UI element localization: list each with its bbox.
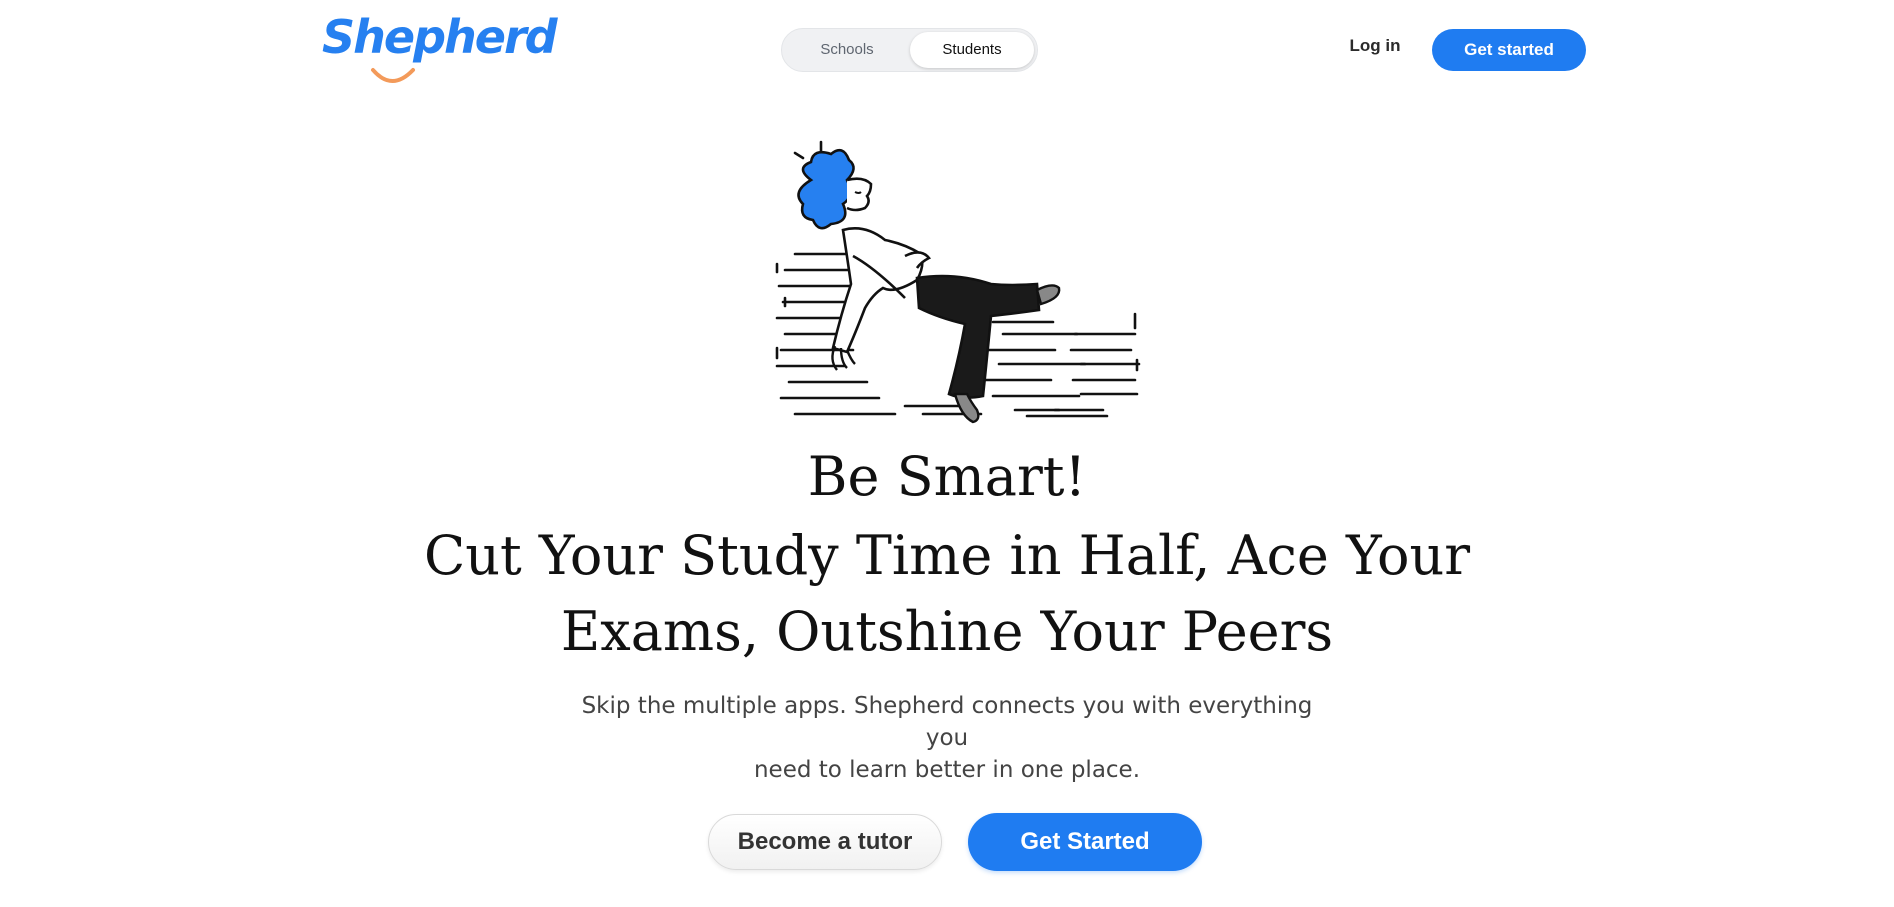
login-link[interactable]: Log in (1340, 36, 1410, 56)
hero-subtitle: Skip the multiple apps. Shepherd connect… (560, 690, 1334, 786)
become-tutor-button[interactable]: Become a tutor (708, 814, 942, 870)
toggle-students[interactable]: Students (910, 32, 1034, 68)
hero-headline-line2: Cut Your Study Time in Half, Ace Your (423, 524, 1471, 587)
toggle-schools[interactable]: Schools (786, 32, 908, 68)
audience-toggle: Schools Students (781, 28, 1038, 72)
logo-wordmark: Shepherd (322, 10, 558, 64)
person-relaxing-on-books-illustration (775, 140, 1141, 424)
subtitle-line2: need to learn better in one place. (753, 757, 1141, 783)
hero-headline-line3: Exams, Outshine Your Peers (560, 600, 1334, 663)
hero-headline: Cut Your Study Time in Half, Ace Your Ex… (0, 518, 1894, 670)
hero-title-line1: Be Smart! (807, 445, 1087, 508)
logo-smile-icon (371, 68, 415, 83)
landing-page: Shepherd Schools Students Log in Get sta… (0, 0, 1894, 907)
subtitle-line1: Skip the multiple apps. Shepherd connect… (581, 693, 1313, 751)
get-started-header-button[interactable]: Get started (1432, 29, 1586, 71)
get-started-button[interactable]: Get Started (968, 813, 1202, 871)
shepherd-logo[interactable]: Shepherd (322, 14, 558, 84)
